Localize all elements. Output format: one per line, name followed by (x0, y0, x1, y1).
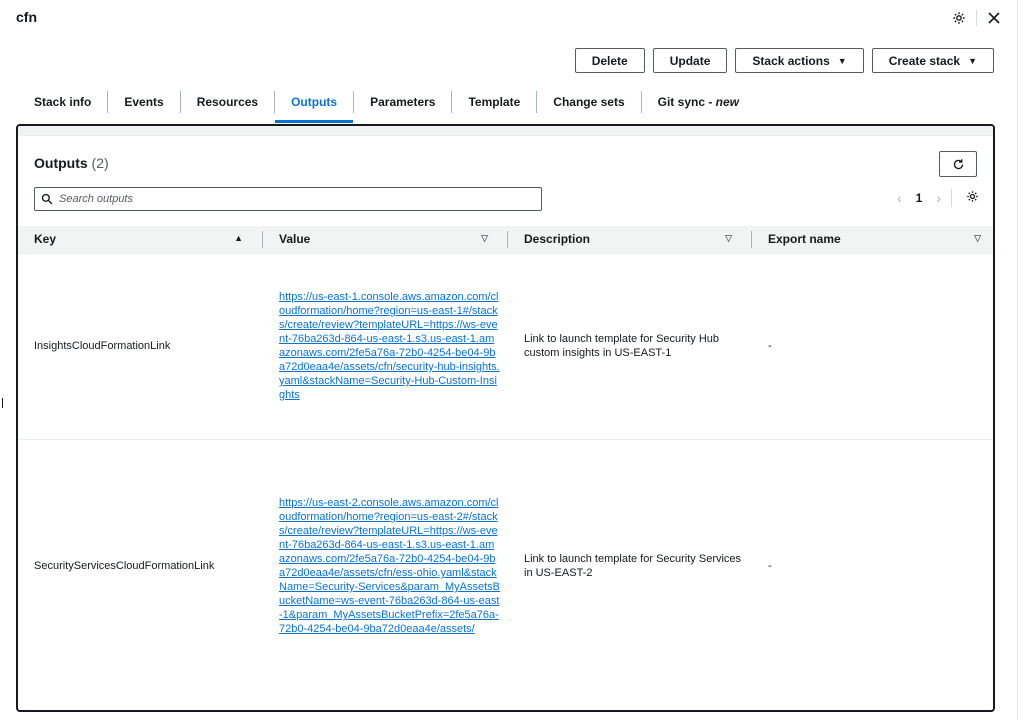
tab-stack-info[interactable]: Stack info (18, 88, 107, 115)
output-value: https://us-east-2.console.aws.amazon.com… (263, 438, 508, 693)
column-header-value[interactable]: Value ▽ (263, 226, 508, 253)
chevron-left-icon[interactable]: ‹ (897, 190, 902, 206)
table-row: SecurityServicesCloudFormationLink https… (18, 438, 993, 693)
panel-top-strip (18, 126, 993, 136)
outputs-count: (2) (91, 155, 109, 171)
stack-action-bar: Delete Update Stack actions ▼ Create sta… (574, 48, 994, 73)
caret-down-icon: ▼ (968, 55, 977, 66)
pagination: ‹ 1 › (897, 189, 979, 207)
column-label: Key (34, 232, 57, 247)
search-field (34, 187, 542, 211)
search-input[interactable] (59, 193, 519, 205)
tab-change-sets[interactable]: Change sets (537, 88, 640, 115)
output-value: https://us-east-1.console.aws.amazon.com… (263, 252, 508, 439)
tab-outputs[interactable]: Outputs (275, 88, 354, 123)
icon-separator (976, 10, 977, 26)
column-label: Export name (768, 232, 841, 247)
output-value-link[interactable]: https://us-east-2.console.aws.amazon.com… (279, 497, 500, 635)
gear-icon[interactable] (966, 190, 979, 206)
tab-resources[interactable]: Resources (181, 88, 274, 115)
new-badge: new (715, 94, 739, 109)
sort-icon: ▽ (725, 233, 732, 243)
refresh-button[interactable] (939, 151, 977, 177)
sort-icon: ▽ (481, 233, 488, 243)
caret-down-icon: ▼ (837, 55, 847, 66)
tab-git-sync-label: Git sync - (657, 94, 716, 109)
refresh-icon (953, 158, 963, 169)
sort-ascending-icon: ▲ (234, 233, 243, 243)
output-export-name: - (752, 438, 993, 693)
delete-button[interactable]: Delete (574, 48, 645, 73)
output-description: Link to launch template for Security Ser… (508, 438, 752, 693)
update-button[interactable]: Update (652, 48, 728, 73)
tab-git-sync[interactable]: Git sync - new (642, 88, 755, 115)
stack-title: cfn (16, 9, 37, 25)
column-label: Description (524, 232, 591, 247)
search-icon (41, 193, 53, 205)
outputs-heading: Outputs (2) (34, 155, 109, 171)
column-header-description[interactable]: Description ▽ (508, 226, 752, 253)
column-header-export-name[interactable]: Export name ▽ (752, 226, 993, 253)
outputs-panel: Outputs (2) ‹ 1 › Key ▲ (16, 124, 995, 712)
tab-parameters[interactable]: Parameters (354, 88, 451, 115)
output-export-name: - (752, 252, 993, 439)
outputs-title: Outputs (34, 155, 88, 171)
output-key: SecurityServicesCloudFormationLink (18, 438, 263, 693)
gear-icon[interactable] (949, 8, 969, 28)
tab-events[interactable]: Events (108, 88, 179, 115)
tab-template[interactable]: Template (452, 88, 536, 115)
outputs-table: Key ▲ Value ▽ Description ▽ Export name … (18, 226, 993, 693)
sort-icon: ▽ (974, 233, 981, 243)
table-header-row: Key ▲ Value ▽ Description ▽ Export name … (18, 226, 993, 253)
create-stack-dropdown[interactable]: Create stack ▼ (871, 48, 994, 73)
stack-actions-label: Stack actions (752, 53, 830, 68)
column-header-key[interactable]: Key ▲ (18, 226, 263, 253)
right-edge-divider (1017, 0, 1018, 720)
left-edge-marker (2, 398, 3, 408)
chevron-right-icon[interactable]: › (936, 190, 941, 206)
create-stack-label: Create stack (888, 53, 961, 68)
pager-divider (951, 189, 952, 207)
header-icons (949, 8, 1004, 28)
table-row: InsightsCloudFormationLink https://us-ea… (18, 252, 993, 439)
stack-actions-dropdown[interactable]: Stack actions ▼ (735, 48, 864, 73)
close-icon[interactable] (984, 8, 1004, 28)
page-number[interactable]: 1 (916, 191, 923, 205)
output-key: InsightsCloudFormationLink (18, 252, 263, 439)
column-label: Value (279, 232, 311, 247)
stack-tabs: Stack info Events Resources Outputs Para… (18, 88, 755, 123)
output-description: Link to launch template for Security Hub… (508, 252, 752, 439)
output-value-link[interactable]: https://us-east-1.console.aws.amazon.com… (279, 291, 500, 401)
